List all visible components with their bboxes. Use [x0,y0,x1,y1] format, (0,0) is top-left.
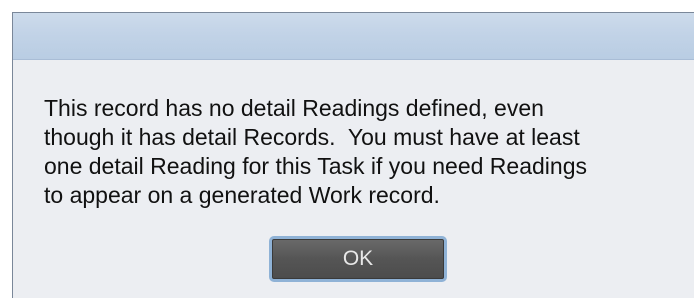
ok-button[interactable]: OK [269,236,447,282]
dialog-message: This record has no detail Readings defin… [44,94,674,210]
message-line: one detail Reading for this Task if you … [44,153,587,179]
message-line: This record has no detail Readings defin… [44,95,544,121]
message-line: to appear on a generated Work record. [44,182,440,208]
dialog-body: This record has no detail Readings defin… [13,60,694,298]
dialog-titlebar[interactable] [13,13,694,60]
message-dialog: This record has no detail Readings defin… [12,12,694,298]
message-line: though it has detail Records. You must h… [44,124,580,150]
